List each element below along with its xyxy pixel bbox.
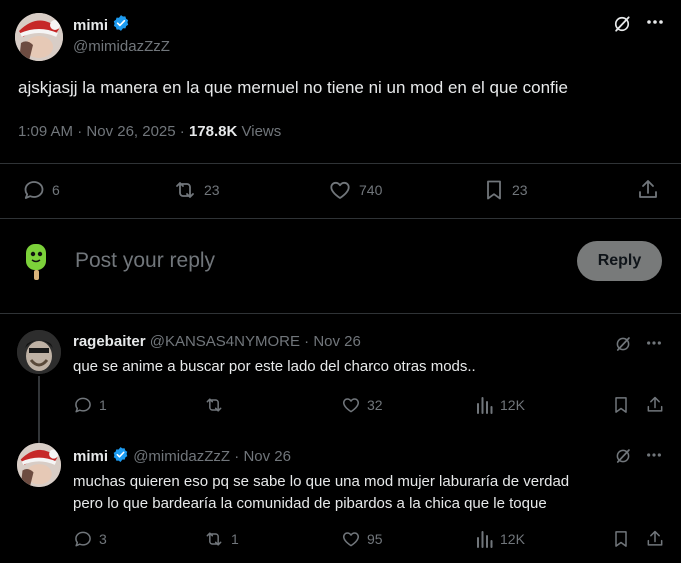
reply2-date[interactable]: Nov 26 [243,448,291,465]
meta-separator: · [77,123,83,140]
bookmark-icon[interactable] [611,395,631,415]
reply-input[interactable]: Post your reply [75,249,215,273]
reply2-avatar[interactable] [17,443,61,487]
retweet-icon [206,398,222,412]
reply1-like-action[interactable]: 32 [341,395,383,415]
avatar-image [17,330,61,374]
author-handle[interactable]: @mimidazZzZ [73,38,170,55]
reply1-author-name[interactable]: ragebaiter [73,333,146,350]
views-count: 178.8K [188,123,238,140]
share-icon[interactable] [645,395,665,415]
meta-separator: · [304,333,310,350]
avatar-image [17,443,61,487]
reply2-author-handle[interactable]: @mimidazZzZ [133,448,230,465]
retweet-icon [206,532,222,546]
reply1-avatar[interactable] [17,330,61,374]
author-avatar[interactable] [15,13,63,61]
author-name[interactable]: mimi [73,17,108,34]
reply1-author-handle[interactable]: @KANSAS4NYMORE [150,333,300,350]
tweet-text: ajskjasjj la manera en la que mernuel no… [18,78,569,97]
grok-icon[interactable] [614,447,632,465]
reply2-reply-count: 3 [99,531,107,547]
reply1-text: que se anime a buscar por este lado del … [73,358,476,375]
reply-button[interactable]: Reply [577,241,662,281]
reply-count: 6 [52,182,60,198]
more-icon[interactable] [646,452,662,458]
bookmark-count: 23 [512,182,528,198]
reply2-text-line2: pero lo que bardearía la comunidad de pi… [73,495,547,512]
reply2-like-count: 95 [367,531,383,547]
views-icon [477,397,493,414]
meta-separator: · [234,448,240,465]
reply1-reply-action[interactable]: 1 [73,395,107,415]
views-icon [477,531,493,548]
reply2-views-action[interactable]: 12K [476,529,525,549]
reply1-like-count: 32 [367,397,383,413]
reply2-author-name[interactable]: mimi [73,448,108,465]
share-icon[interactable] [645,529,665,549]
reply1-reply-count: 1 [99,397,107,413]
avatar-image [15,13,63,61]
grok-icon[interactable] [612,14,632,34]
reply1-retweet-action[interactable] [203,395,231,415]
reply2-reply-action[interactable]: 3 [73,529,107,549]
more-icon[interactable] [646,19,664,25]
reply1-views-action[interactable]: 12K [476,395,525,415]
like-count: 740 [359,182,383,198]
reply-icon [24,181,44,199]
reply2-views-count: 12K [500,531,525,547]
bookmark-icon[interactable] [611,529,631,549]
divider [0,163,681,164]
own-avatar[interactable] [16,241,58,283]
thread-line [38,376,40,446]
bookmark-icon [487,180,501,200]
more-icon[interactable] [646,340,662,346]
reply2-retweet-action[interactable]: 1 [203,529,239,549]
retweet-icon [176,182,194,198]
reply1-header: ragebaiter @KANSAS4NYMORE · Nov 26 [73,333,361,350]
popsicle-avatar-icon [26,244,46,280]
meta-separator: · [179,123,185,140]
views-label: Views [241,123,282,140]
like-action[interactable]: 740 [327,178,382,202]
retweet-count: 23 [204,182,220,198]
retweet-action[interactable]: 23 [172,178,220,202]
reply2-header: mimi @mimidazZzZ · Nov 26 [73,446,291,465]
reply-icon [75,531,91,547]
like-icon [330,181,350,199]
author-name-row: mimi [73,14,130,35]
bookmark-action[interactable]: 23 [482,178,528,202]
verified-badge-icon [113,447,128,462]
share-icon[interactable] [636,178,660,202]
like-icon [342,398,360,413]
like-icon [342,532,360,547]
reply2-text: muchas quieren eso pq se sabe lo que una… [73,471,569,515]
reply2-text-line1: muchas quieren eso pq se sabe lo que una… [73,473,570,490]
verified-badge-icon [113,15,129,31]
tweet-meta: 1:09 AM · Nov 26, 2025 · 178.8K Views [18,123,281,140]
tweet-date[interactable]: Nov 26, 2025 [86,123,175,140]
reply-icon [75,397,91,413]
divider [0,313,681,314]
divider [0,218,681,219]
grok-icon[interactable] [614,335,632,353]
reply2-like-action[interactable]: 95 [341,529,383,549]
reply-action[interactable]: 6 [22,178,60,202]
tweet-time[interactable]: 1:09 AM [18,123,73,140]
reply1-views-count: 12K [500,397,525,413]
reply2-retweet-count: 1 [231,531,239,547]
reply1-date[interactable]: Nov 26 [313,333,361,350]
